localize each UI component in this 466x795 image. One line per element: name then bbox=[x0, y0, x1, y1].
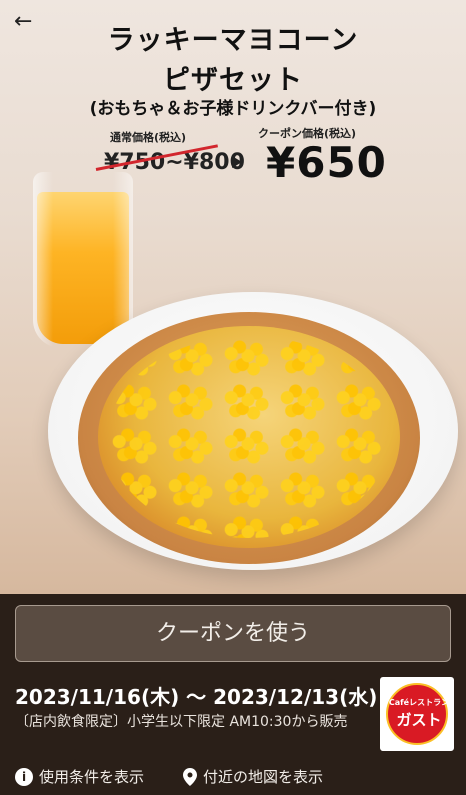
glass-image bbox=[33, 172, 133, 348]
logo-circle: Caféレストラン ガスト bbox=[386, 683, 450, 745]
coupon-hero-image: ← ラッキーマヨコーン ピザセット (おもちゃ＆お子様ドリンクバー付き) 通常価… bbox=[0, 0, 466, 594]
title-line-2: ピザセット bbox=[163, 65, 303, 96]
footer-links: i 使用条件を表示 付近の地図を表示 bbox=[15, 766, 451, 788]
price-arrow-icon bbox=[232, 156, 242, 168]
regular-price-label: 通常価格(税込) bbox=[110, 131, 187, 144]
validity-dates: 2023/11/16(木) ～ 2023/12/13(水) bbox=[15, 685, 378, 709]
gusto-logo: Caféレストラン ガスト bbox=[380, 677, 454, 751]
show-terms-link[interactable]: i 使用条件を表示 bbox=[15, 766, 144, 787]
title-line-1: ラッキーマヨコーン bbox=[107, 25, 359, 56]
coupon-price: ¥650 bbox=[266, 138, 387, 187]
info-icon: i bbox=[15, 767, 33, 786]
location-pin-icon bbox=[183, 767, 197, 786]
logo-top-text: Caféレストラン bbox=[388, 698, 450, 707]
validity-note: 〔店内飲食限定〕小学生以下限定 AM10:30から販売 bbox=[15, 714, 348, 730]
title-line-3: (おもちゃ＆お子様ドリンクバー付き) bbox=[89, 99, 377, 119]
use-coupon-button[interactable]: クーポンを使う bbox=[15, 605, 451, 662]
show-map-label: 付近の地図を表示 bbox=[203, 768, 324, 786]
show-map-link[interactable]: 付近の地図を表示 bbox=[183, 766, 323, 787]
pizza-corn-image bbox=[108, 336, 390, 538]
logo-main-text: ガスト bbox=[396, 711, 442, 729]
show-terms-label: 使用条件を表示 bbox=[39, 768, 145, 786]
